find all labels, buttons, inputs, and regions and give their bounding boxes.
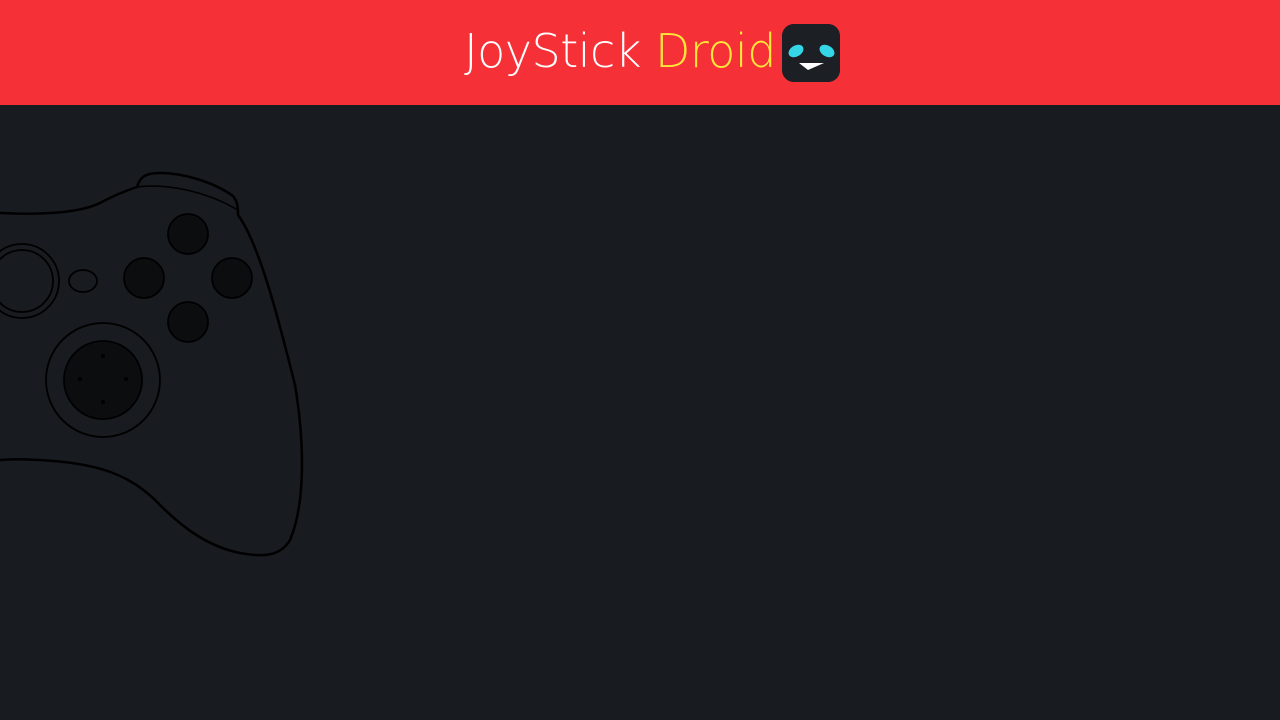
robot-face-icon — [781, 23, 840, 82]
brand-title: JoyStick Droid — [464, 28, 776, 74]
app-header: JoyStick Droid — [0, 0, 1280, 105]
brand-logo: JoyStick Droid — [464, 23, 840, 82]
brand-title-joystick: JoyStick — [464, 23, 641, 78]
brand-title-droid: Droid — [654, 23, 776, 78]
gamepad-icon — [0, 171, 304, 557]
